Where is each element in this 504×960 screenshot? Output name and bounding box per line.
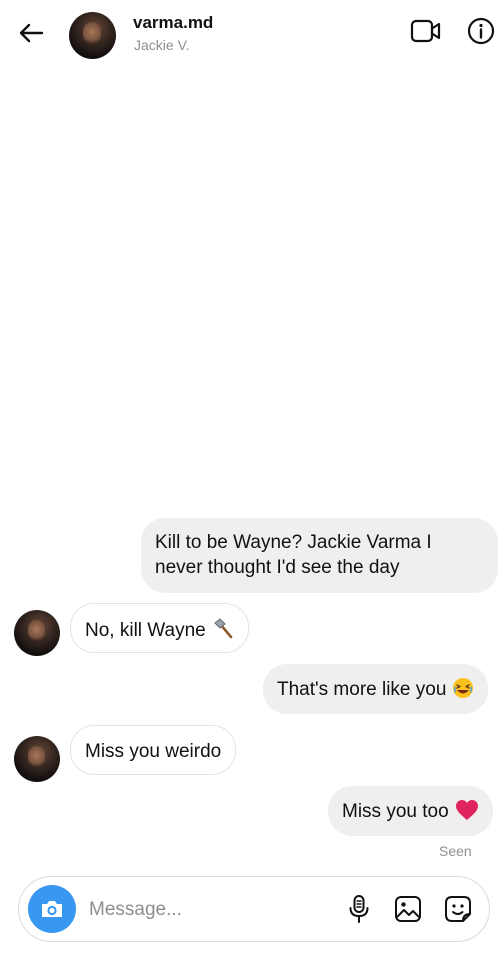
axe-emoji xyxy=(213,618,233,639)
message-text: No, kill Wayne xyxy=(85,620,206,641)
info-icon xyxy=(467,17,495,45)
gallery-button[interactable] xyxy=(392,893,424,925)
laughing-emoji xyxy=(453,678,474,698)
seen-status: Seen xyxy=(439,843,472,859)
sticker-icon xyxy=(445,896,471,922)
message-bubble-sent[interactable]: Kill to be Wayne? Jackie Varma I never t… xyxy=(141,518,498,593)
message-bubble-sent[interactable]: That's more like you xyxy=(263,664,489,714)
sender-avatar[interactable] xyxy=(14,736,60,782)
info-button[interactable] xyxy=(464,14,498,48)
header-avatar[interactable] xyxy=(69,12,116,59)
sender-avatar[interactable] xyxy=(14,610,60,656)
message-input[interactable] xyxy=(89,897,329,923)
back-arrow-icon xyxy=(19,23,44,43)
red-heart-emoji xyxy=(455,800,478,820)
video-call-icon xyxy=(410,19,441,43)
message-text: Kill to be Wayne? Jackie Varma I xyxy=(155,532,432,553)
message-bubble-received[interactable]: No, kill Wayne xyxy=(70,603,249,653)
sticker-button[interactable] xyxy=(442,893,474,925)
message-text: never thought I'd see the day xyxy=(155,557,400,578)
chat-subtitle: Jackie V. xyxy=(134,37,190,53)
gallery-icon xyxy=(395,896,421,922)
message-bubble-sent[interactable]: Miss you too xyxy=(328,786,493,836)
chat-username[interactable]: varma.md xyxy=(133,13,213,33)
chat-header: varma.md Jackie V. xyxy=(0,0,504,64)
voice-message-button[interactable] xyxy=(344,893,374,925)
microphone-icon xyxy=(349,895,369,923)
message-bubble-received[interactable]: Miss you weirdo xyxy=(70,725,237,775)
message-text: That's more like you xyxy=(277,679,447,700)
back-button[interactable] xyxy=(14,16,48,50)
message-composer xyxy=(18,876,490,942)
camera-button[interactable] xyxy=(28,885,76,933)
video-call-button[interactable] xyxy=(408,14,444,48)
message-text: Miss you too xyxy=(342,801,449,822)
camera-icon xyxy=(42,901,62,917)
message-text: Miss you weirdo xyxy=(85,741,222,762)
